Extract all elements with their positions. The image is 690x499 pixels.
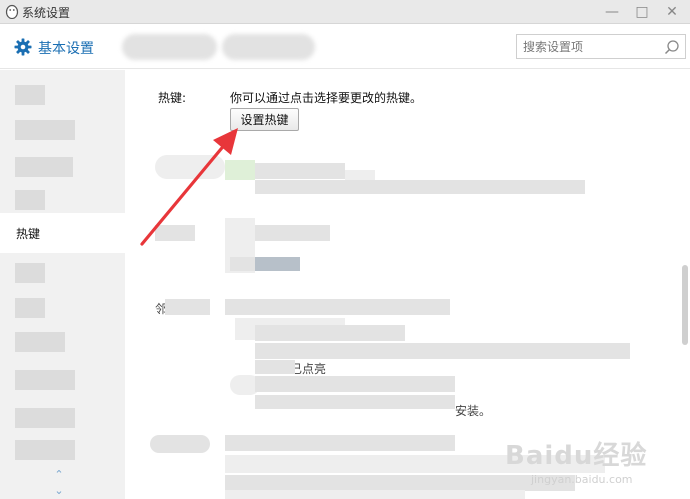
hotkey-description: 你可以通过点击选择要更改的热键。 xyxy=(230,91,423,105)
close-button[interactable]: ✕ xyxy=(657,0,687,24)
search-box[interactable] xyxy=(516,34,686,59)
sidebar-item-label: 热键 xyxy=(16,227,41,241)
sidebar-item-obscured[interactable] xyxy=(0,322,125,362)
set-hotkey-button[interactable]: 设置热键 xyxy=(230,108,299,131)
baidu-watermark: Baidu经验 jingyan.baidu.com xyxy=(505,435,685,497)
sidebar-item-obscured[interactable] xyxy=(0,110,125,150)
scroll-down-icon[interactable]: ⌄ xyxy=(52,485,66,496)
watermark-url: jingyan.baidu.com xyxy=(531,473,633,486)
sidebar-item-obscured[interactable] xyxy=(0,360,125,400)
watermark-brand: Baidu经验 xyxy=(505,441,648,471)
search-input[interactable] xyxy=(523,38,663,55)
sidebar-item-hotkeys[interactable]: 热键 xyxy=(0,213,125,253)
sidebar-item-obscured[interactable] xyxy=(0,430,125,470)
maximize-button[interactable]: □ xyxy=(627,0,657,24)
hotkey-label: 热键: xyxy=(158,91,187,105)
search-icon[interactable] xyxy=(664,39,680,55)
settings-window: 系统设置 — □ ✕ 基本设置 搜索设置项 热键 ⌃ ⌄ 热键: 你可以通过点击… xyxy=(0,0,690,499)
obscured-fragment: 安装。 xyxy=(455,404,492,418)
sidebar-item-obscured[interactable] xyxy=(0,75,125,115)
section-title[interactable]: 基本设置 xyxy=(38,38,94,58)
gear-icon xyxy=(14,38,32,56)
blurred-tab[interactable] xyxy=(222,34,315,60)
content-scrollbar[interactable] xyxy=(682,265,688,345)
minimize-button[interactable]: — xyxy=(597,0,627,24)
obscured-fragment: 已点亮 xyxy=(290,362,327,376)
title-bar: 系统设置 — □ ✕ xyxy=(0,0,690,24)
sidebar-item-obscured[interactable] xyxy=(0,253,125,293)
settings-header: 基本设置 xyxy=(0,24,690,69)
scroll-up-icon[interactable]: ⌃ xyxy=(52,469,66,480)
penguin-icon xyxy=(5,4,19,19)
window-title: 系统设置 xyxy=(22,6,71,20)
blurred-tab[interactable] xyxy=(122,34,217,60)
settings-sidebar: 热键 ⌃ ⌄ xyxy=(0,70,125,499)
